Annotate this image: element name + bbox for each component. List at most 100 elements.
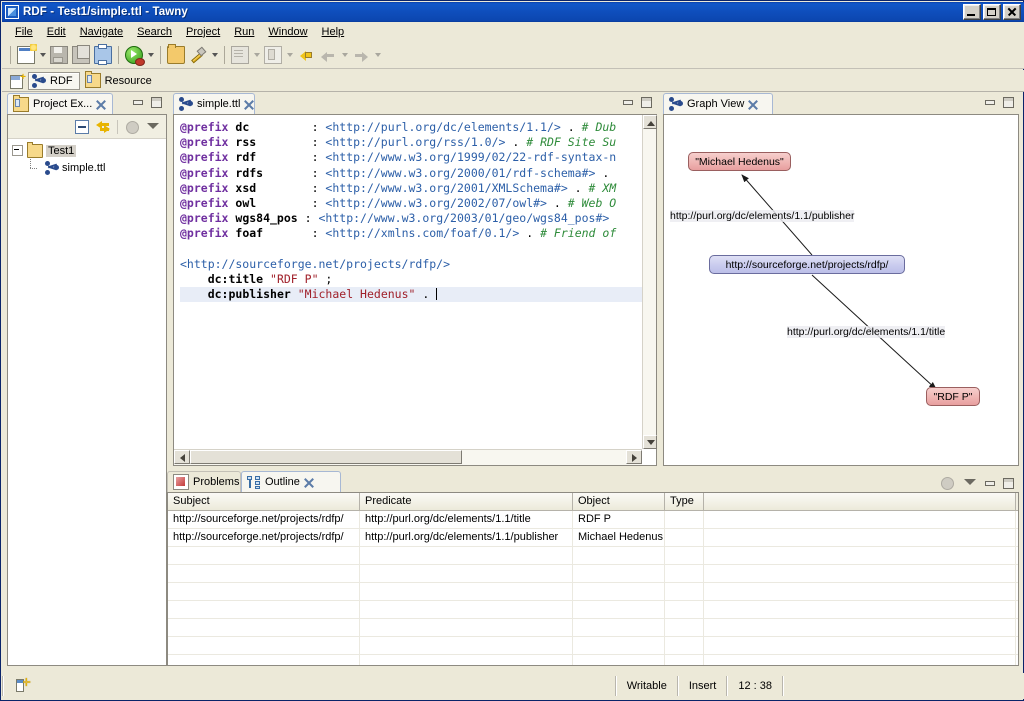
new-file-dropdown[interactable] [37, 44, 48, 66]
table-row-empty[interactable] [168, 583, 1018, 601]
tab-graph-view[interactable]: Graph View [663, 93, 773, 114]
editor-horizontal-scrollbar[interactable] [174, 449, 642, 465]
menu-help[interactable]: Help [315, 24, 352, 40]
horizontal-scroll-thumb[interactable] [190, 450, 462, 464]
table-row-empty[interactable] [168, 565, 1018, 583]
menu-edit[interactable]: Edit [40, 24, 73, 40]
menu-file[interactable]: File [8, 24, 40, 40]
perspective-resource[interactable]: Resource [82, 72, 158, 90]
run-button[interactable] [123, 44, 145, 66]
minimize-icon[interactable] [132, 96, 145, 109]
maximize-icon[interactable] [640, 96, 653, 109]
table-row-empty[interactable] [168, 619, 1018, 637]
window-maximize-button[interactable] [983, 4, 1001, 20]
code-token: "RDF P" [270, 272, 318, 286]
graph-node-rdfp-project[interactable]: http://sourceforge.net/projects/rdfp/ [709, 255, 905, 274]
table-column-header[interactable]: Object [573, 493, 665, 510]
graph-canvas[interactable]: http://purl.org/dc/elements/1.1/publishe… [664, 115, 1018, 465]
scroll-left-button[interactable] [174, 450, 190, 464]
tab-project-explorer[interactable]: Project Ex... [7, 93, 113, 114]
menu-search[interactable]: Search [130, 24, 179, 40]
table-cell [665, 511, 704, 528]
graph-node-rdf-p[interactable]: "RDF P" [926, 387, 980, 406]
code-token: dc [235, 120, 311, 134]
table-cell [704, 637, 1016, 654]
previous-annotation-dropdown[interactable] [284, 44, 295, 66]
tree-connector [30, 163, 42, 172]
save-all-button[interactable] [70, 44, 92, 66]
maximize-icon[interactable] [1002, 477, 1015, 490]
close-icon[interactable] [748, 99, 759, 110]
forward-dropdown[interactable] [372, 44, 383, 66]
next-annotation-dropdown[interactable] [251, 44, 262, 66]
new-annotation-dropdown[interactable] [209, 44, 220, 66]
maximize-icon[interactable] [150, 96, 163, 109]
graph-view-window-buttons [984, 96, 1015, 109]
close-icon[interactable] [244, 99, 255, 110]
table-cell [704, 655, 1016, 665]
focus-on-active-task-button[interactable] [123, 118, 141, 136]
scroll-right-button[interactable] [626, 450, 642, 464]
scroll-down-button[interactable] [643, 435, 657, 449]
code-token: rss [235, 135, 311, 149]
expand-toggle-icon[interactable] [12, 145, 23, 156]
table-row-empty[interactable] [168, 601, 1018, 619]
table-row-empty[interactable] [168, 637, 1018, 655]
table-column-header[interactable]: Predicate [360, 493, 573, 510]
tab-outline[interactable]: Outline [241, 471, 341, 492]
print-button[interactable] [92, 44, 114, 66]
scroll-up-button[interactable] [643, 115, 657, 129]
menu-run[interactable]: Run [227, 24, 261, 40]
previous-annotation-button[interactable] [262, 44, 284, 66]
table-cell [168, 583, 360, 600]
table-row-empty[interactable] [168, 655, 1018, 665]
table-row-empty[interactable] [168, 547, 1018, 565]
collapse-all-button[interactable] [73, 118, 91, 136]
next-annotation-button[interactable] [229, 44, 251, 66]
minimize-icon[interactable] [984, 477, 997, 490]
table-row[interactable]: http://sourceforge.net/projects/rdfp/htt… [168, 511, 1018, 529]
editor-body: @prefix dc : <http://purl.org/dc/element… [173, 114, 657, 466]
table-column-header[interactable]: Subject [168, 493, 360, 510]
view-menu-button[interactable] [144, 118, 162, 136]
editor-vertical-scrollbar[interactable] [642, 115, 656, 449]
menu-navigate[interactable]: Navigate [73, 24, 130, 40]
minimize-icon[interactable] [984, 96, 997, 109]
link-with-editor-button[interactable] [94, 118, 112, 136]
table-cell [665, 529, 704, 546]
tab-simple-ttl[interactable]: simple.ttl [173, 93, 255, 114]
graph-node-michael-hedenus[interactable]: "Michael Hedenus" [688, 152, 791, 171]
menu-project[interactable]: Project [179, 24, 227, 40]
view-menu-button[interactable] [961, 474, 979, 492]
table-row[interactable]: http://sourceforge.net/projects/rdfp/htt… [168, 529, 1018, 547]
close-icon[interactable] [96, 99, 107, 110]
table-cell [704, 565, 1016, 582]
save-button[interactable] [48, 44, 70, 66]
last-edit-location-button[interactable] [295, 44, 317, 66]
perspective-rdf[interactable]: RDF [28, 72, 80, 90]
project-tree[interactable]: Test1 simple.ttl [8, 139, 166, 665]
table-column-header[interactable]: Type [665, 493, 704, 510]
back-button[interactable] [317, 44, 339, 66]
table-column-header[interactable] [704, 493, 1016, 510]
run-dropdown[interactable] [145, 44, 156, 66]
code-token: # Dub [582, 120, 617, 134]
tab-problems[interactable]: Problems [167, 471, 241, 492]
window-minimize-button[interactable] [963, 4, 981, 20]
menu-window[interactable]: Window [261, 24, 314, 40]
focus-task-button[interactable] [938, 474, 956, 492]
open-resource-button[interactable] [165, 44, 187, 66]
open-perspective-icon[interactable]: + [8, 72, 26, 90]
window-close-button[interactable] [1003, 4, 1021, 20]
close-icon[interactable] [304, 477, 315, 488]
minimize-icon[interactable] [622, 96, 635, 109]
code-token: @prefix [180, 211, 235, 225]
tree-item-test1[interactable]: Test1 [8, 142, 166, 159]
new-file-button[interactable] [15, 44, 37, 66]
forward-button[interactable] [350, 44, 372, 66]
code-editor-text[interactable]: @prefix dc : <http://purl.org/dc/element… [174, 115, 642, 449]
back-dropdown[interactable] [339, 44, 350, 66]
maximize-icon[interactable] [1002, 96, 1015, 109]
tree-item-simple-ttl[interactable]: simple.ttl [8, 159, 166, 176]
new-annotation-button[interactable] [187, 44, 209, 66]
